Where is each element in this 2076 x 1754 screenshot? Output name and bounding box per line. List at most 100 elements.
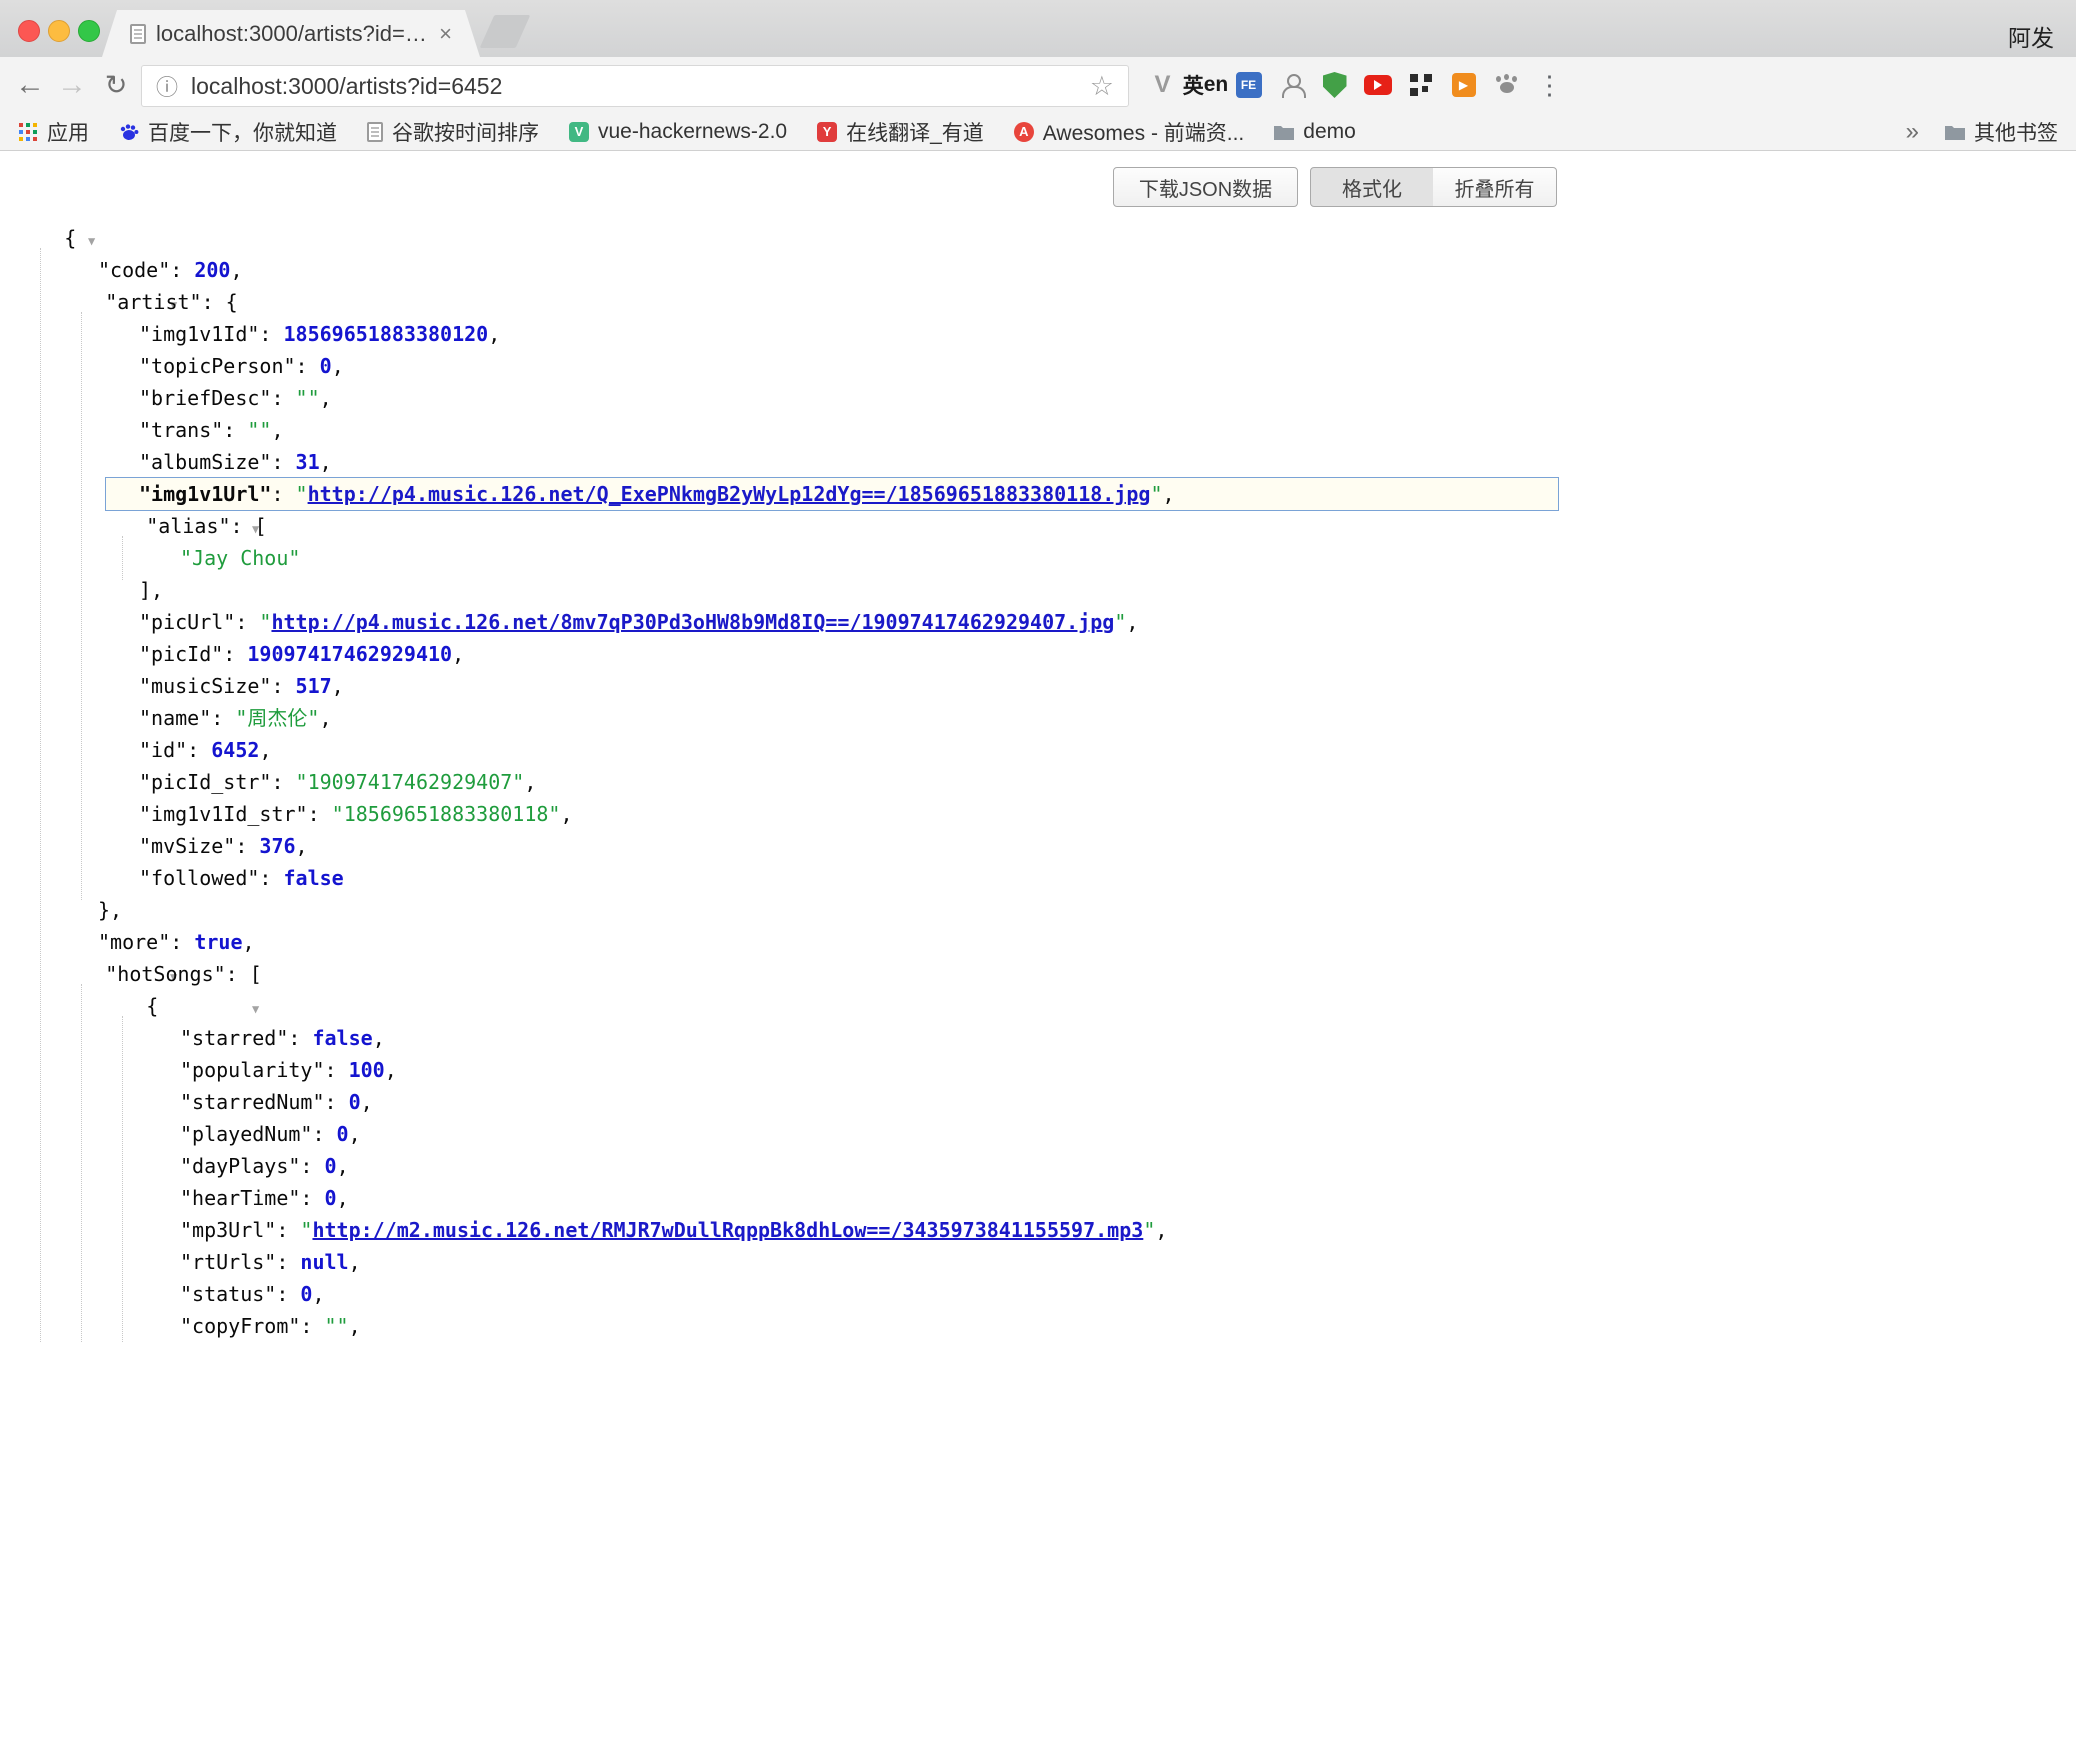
json-token: : — [271, 450, 295, 474]
json-token: "周杰伦" — [235, 706, 319, 730]
new-tab-button[interactable] — [480, 15, 531, 48]
json-token: , — [488, 322, 500, 346]
json-token: " — [1150, 482, 1162, 506]
json-url-link[interactable]: http://p4.music.126.net/8mv7qP30Pd3oHW8b… — [271, 610, 1114, 634]
json-token: , — [320, 450, 332, 474]
json-token: "copyFrom" — [180, 1314, 300, 1338]
site-info-icon[interactable]: ⓘ — [156, 70, 178, 102]
json-line: "playedNum": 0, — [0, 1118, 2076, 1150]
json-token: : — [325, 1090, 349, 1114]
json-token: , — [1163, 482, 1175, 506]
tab-close-icon[interactable]: × — [439, 21, 452, 47]
shield-extension-icon[interactable] — [1318, 65, 1351, 105]
json-token: 0 — [300, 1282, 312, 1306]
paw-extension-icon[interactable] — [1490, 65, 1523, 105]
bookmark-demo-folder[interactable]: demo — [1274, 120, 1356, 144]
json-line-highlighted: "img1v1Url": "http://p4.music.126.net/Q_… — [0, 478, 2076, 510]
three-dot-menu-icon: ⋮ — [1537, 70, 1563, 101]
json-token: : — [231, 514, 255, 538]
json-line: "starred": false, — [0, 1022, 2076, 1054]
json-line: "starredNum": 0, — [0, 1086, 2076, 1118]
json-line: ▼"hotSongs": [ — [0, 958, 2076, 990]
json-line: "picUrl": "http://p4.music.126.net/8mv7q… — [0, 606, 2076, 638]
json-token: " — [1114, 610, 1126, 634]
youdao-icon: Y — [817, 122, 837, 142]
json-token: : — [259, 866, 283, 890]
maximize-window-button[interactable] — [78, 20, 100, 42]
url-text[interactable]: localhost:3000/artists?id=6452 — [191, 73, 502, 100]
bookmark-baidu[interactable]: 百度一下，你就知道 — [119, 117, 337, 147]
json-line: "trans": "", — [0, 414, 2076, 446]
tab-strip: localhost:3000/artists?id=645 × 阿发 — [0, 0, 2076, 57]
address-bar[interactable]: ⓘ localhost:3000/artists?id=6452 ☆ — [141, 65, 1129, 107]
bookmark-apps[interactable]: 应用 — [18, 117, 89, 147]
format-button[interactable]: 格式化 — [1310, 167, 1434, 207]
qr-extension-icon[interactable] — [1404, 65, 1437, 105]
bookmark-star-icon[interactable]: ☆ — [1090, 71, 1114, 102]
json-token: : — [235, 610, 259, 634]
json-token: false — [312, 1026, 372, 1050]
bookmark-vue-hackernews[interactable]: V vue-hackernews-2.0 — [569, 120, 787, 144]
baidu-paw-icon — [119, 122, 139, 142]
person-icon — [1281, 74, 1303, 96]
json-token: }, — [98, 898, 122, 922]
bookmarks-overflow-icon[interactable]: » — [1906, 118, 1919, 146]
json-token: "id" — [139, 738, 187, 762]
browser-menu-button[interactable]: ⋮ — [1533, 65, 1566, 105]
forward-button[interactable]: → — [52, 65, 92, 105]
folder-icon — [1945, 122, 1965, 142]
collapse-all-button[interactable]: 折叠所有 — [1433, 167, 1557, 207]
bookmark-label: demo — [1303, 120, 1356, 144]
json-token: , — [1155, 1218, 1167, 1242]
json-line: "code": 200, — [0, 254, 2076, 286]
json-token: : — [300, 1186, 324, 1210]
json-token: " — [259, 610, 271, 634]
player-icon: ▶ — [1452, 73, 1476, 97]
translate-extension-icon[interactable]: 英en — [1189, 65, 1222, 105]
json-token: 6452 — [211, 738, 259, 762]
json-line: "dayPlays": 0, — [0, 1150, 2076, 1182]
back-button[interactable]: ← — [10, 65, 50, 105]
json-token: null — [300, 1250, 348, 1274]
json-token: , — [332, 354, 344, 378]
json-line: "id": 6452, — [0, 734, 2076, 766]
json-token: "hotSongs" — [105, 962, 225, 986]
json-line: ], — [0, 574, 2076, 606]
player-extension-icon[interactable]: ▶ — [1447, 65, 1480, 105]
minimize-window-button[interactable] — [48, 20, 70, 42]
json-token: "" — [247, 418, 271, 442]
json-token: "mvSize" — [139, 834, 235, 858]
json-line: "name": "周杰伦", — [0, 702, 2076, 734]
tree-guide-line — [81, 312, 82, 900]
bookmark-youdao-translate[interactable]: Y 在线翻译_有道 — [817, 117, 984, 147]
bookmark-label: Awesomes - 前端资... — [1043, 117, 1245, 147]
bookmark-google-sort[interactable]: 谷歌按时间排序 — [367, 117, 539, 147]
collapse-arrow-icon[interactable]: ▼ — [88, 234, 95, 248]
fe-extension-icon[interactable]: FE — [1232, 65, 1265, 105]
json-token: "albumSize" — [139, 450, 271, 474]
bookmark-awesomes[interactable]: A Awesomes - 前端资... — [1014, 117, 1245, 147]
json-token: , — [361, 1090, 373, 1114]
other-bookmarks-folder[interactable]: 其他书签 — [1945, 117, 2058, 147]
json-url-link[interactable]: http://p4.music.126.net/Q_ExePNkmgB2yWyL… — [308, 482, 1151, 506]
bookmark-label: vue-hackernews-2.0 — [598, 120, 787, 144]
profile-extension-icon[interactable] — [1275, 65, 1308, 105]
json-token: "playedNum" — [180, 1122, 312, 1146]
download-json-button[interactable]: 下载JSON数据 — [1113, 167, 1298, 207]
browser-user-name: 阿发 — [2008, 19, 2054, 53]
json-token: " — [300, 1218, 312, 1242]
youtube-extension-icon[interactable] — [1361, 65, 1394, 105]
json-token: "" — [296, 386, 320, 410]
json-token: 517 — [296, 674, 332, 698]
reload-button[interactable]: ↻ — [96, 65, 136, 105]
json-token: : — [259, 322, 283, 346]
shield-icon — [1323, 72, 1347, 98]
close-window-button[interactable] — [18, 20, 40, 42]
json-line: ▼"artist": { — [0, 286, 2076, 318]
json-line: "mp3Url": "http://m2.music.126.net/RMJR7… — [0, 1214, 2076, 1246]
extension-v-icon[interactable]: V — [1146, 65, 1179, 105]
collapse-arrow-icon[interactable]: ▼ — [252, 1002, 259, 1016]
json-url-link[interactable]: http://m2.music.126.net/RMJR7wDullRqppBk… — [312, 1218, 1143, 1242]
json-token: , — [320, 386, 332, 410]
browser-tab[interactable]: localhost:3000/artists?id=645 × — [102, 10, 480, 57]
